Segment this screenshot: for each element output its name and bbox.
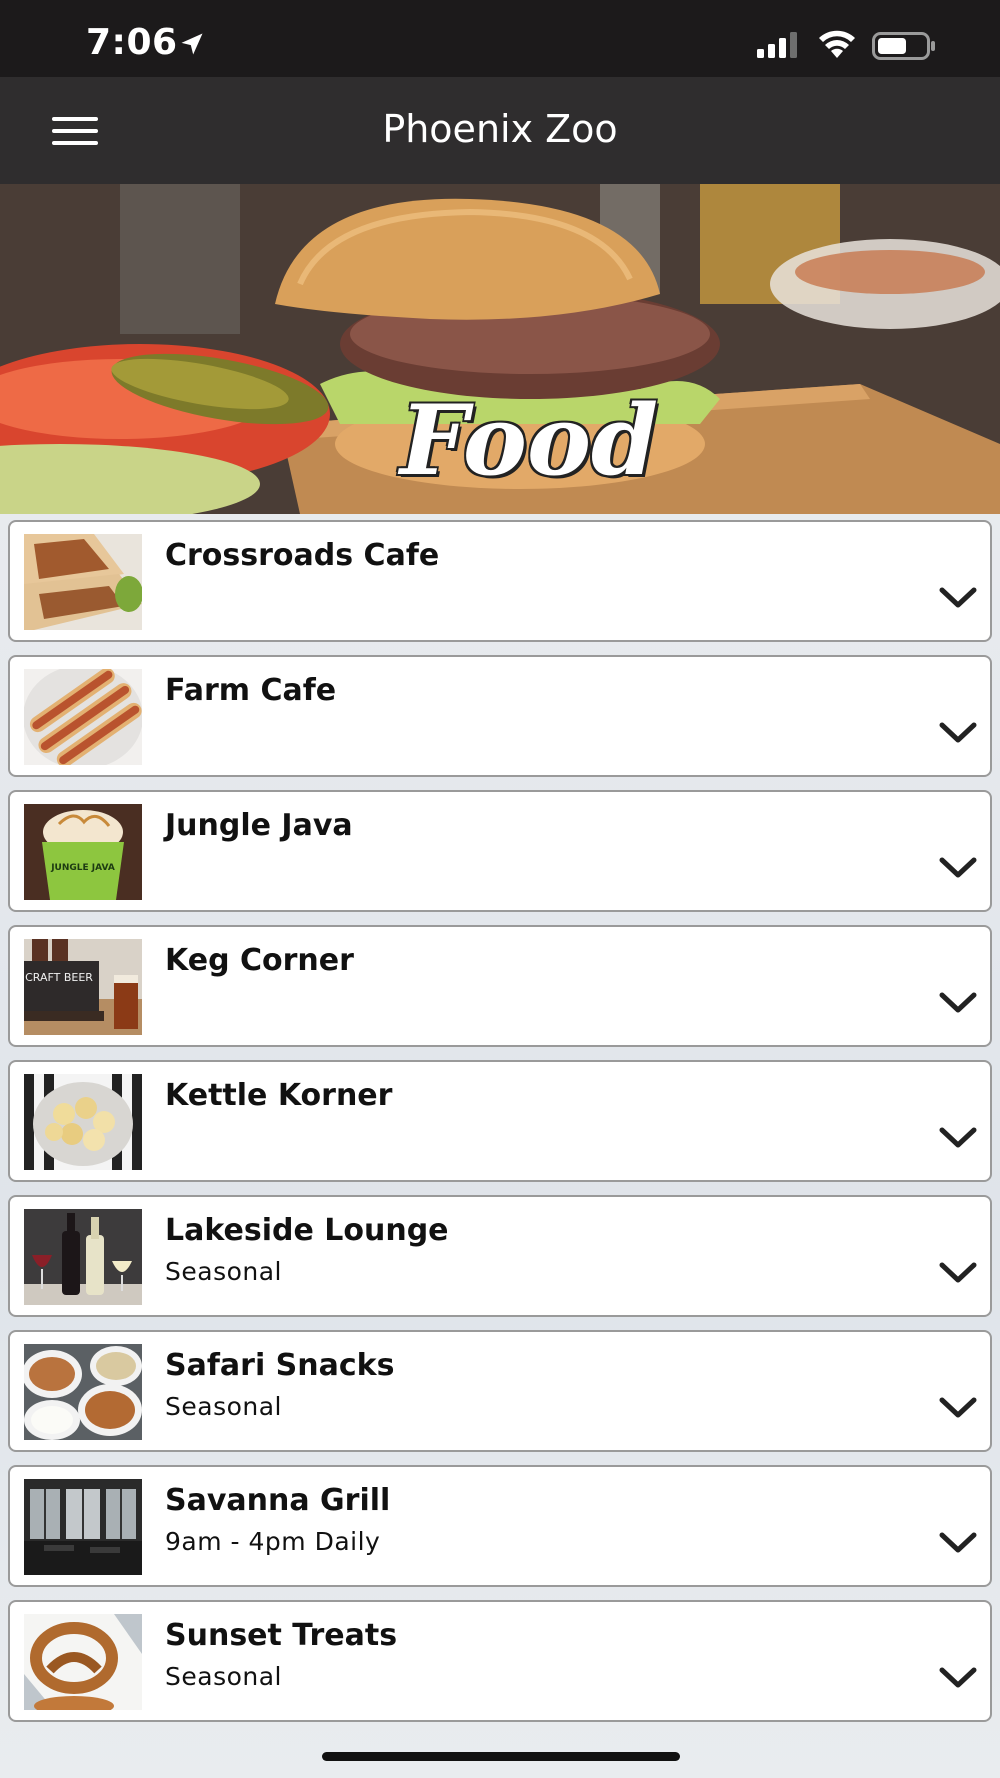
restaurant-interior-image bbox=[24, 1479, 142, 1575]
status-time: 7:06 bbox=[86, 22, 178, 63]
venue-hours: 9am - 4pm Daily bbox=[165, 1527, 381, 1556]
venue-thumbnail bbox=[24, 669, 142, 765]
chevron-down-icon[interactable] bbox=[938, 586, 978, 610]
page-title: Phoenix Zoo bbox=[382, 107, 618, 151]
chevron-down-icon[interactable] bbox=[938, 1261, 978, 1285]
location-arrow-icon bbox=[181, 33, 203, 55]
list-item[interactable]: Kettle Korner bbox=[8, 1060, 992, 1182]
craft-beer-image: CRAFT BEER bbox=[24, 939, 142, 1035]
pretzel-image bbox=[24, 1614, 142, 1710]
hero-banner: Food bbox=[0, 184, 1000, 514]
venue-name: Kettle Korner bbox=[165, 1078, 393, 1113]
venue-thumbnail: JUNGLE JAVA bbox=[24, 804, 142, 900]
venue-thumbnail bbox=[24, 1209, 142, 1305]
hero-title: Food bbox=[400, 384, 659, 497]
list-item[interactable]: Farm Cafe bbox=[8, 655, 992, 777]
hot-dogs-image bbox=[24, 669, 142, 765]
chevron-down-icon[interactable] bbox=[938, 1396, 978, 1420]
home-indicator[interactable] bbox=[322, 1752, 680, 1761]
coffee-cup-image: JUNGLE JAVA bbox=[24, 804, 142, 900]
status-bar: 7:06 bbox=[0, 0, 1000, 77]
chevron-down-icon[interactable] bbox=[938, 721, 978, 745]
venue-thumbnail bbox=[24, 1614, 142, 1710]
battery-icon bbox=[872, 32, 935, 60]
venue-name: Savanna Grill bbox=[165, 1483, 391, 1518]
chevron-down-icon[interactable] bbox=[938, 1531, 978, 1555]
venue-name: Lakeside Lounge bbox=[165, 1213, 449, 1248]
list-item[interactable]: CRAFT BEER Keg Corner bbox=[8, 925, 992, 1047]
chevron-down-icon[interactable] bbox=[938, 991, 978, 1015]
chevron-down-icon[interactable] bbox=[938, 1666, 978, 1690]
venue-thumbnail bbox=[24, 1074, 142, 1170]
venue-thumbnail bbox=[24, 1479, 142, 1575]
chevron-down-icon[interactable] bbox=[938, 856, 978, 880]
chalkboard-label: CRAFT BEER bbox=[25, 971, 93, 984]
venue-name: Keg Corner bbox=[165, 943, 354, 978]
venue-hours: Seasonal bbox=[165, 1257, 283, 1286]
venue-name: Jungle Java bbox=[165, 808, 353, 843]
venue-name: Farm Cafe bbox=[165, 673, 337, 708]
venue-name: Sunset Treats bbox=[165, 1618, 398, 1653]
list-item[interactable]: Safari Snacks Seasonal bbox=[8, 1330, 992, 1452]
venue-thumbnail bbox=[24, 1344, 142, 1440]
wine-bottles-image bbox=[24, 1209, 142, 1305]
venue-name: Safari Snacks bbox=[165, 1348, 395, 1383]
venue-name: Crossroads Cafe bbox=[165, 538, 440, 573]
snack-bowls-image bbox=[24, 1344, 142, 1440]
venue-hours: Seasonal bbox=[165, 1392, 283, 1421]
list-item[interactable]: JUNGLE JAVA Jungle Java bbox=[8, 790, 992, 912]
burrito-image bbox=[24, 534, 142, 630]
list-item[interactable]: Sunset Treats Seasonal bbox=[8, 1600, 992, 1722]
kettle-corn-image bbox=[24, 1074, 142, 1170]
cellular-signal-icon bbox=[757, 32, 797, 58]
venue-hours: Seasonal bbox=[165, 1662, 283, 1691]
chevron-down-icon[interactable] bbox=[938, 1126, 978, 1150]
venue-thumbnail bbox=[24, 534, 142, 630]
list-item[interactable]: Crossroads Cafe bbox=[8, 520, 992, 642]
list-item[interactable]: Lakeside Lounge Seasonal bbox=[8, 1195, 992, 1317]
nav-bar: Phoenix Zoo bbox=[0, 77, 1000, 184]
cup-label: JUNGLE JAVA bbox=[50, 863, 115, 873]
wifi-icon bbox=[819, 30, 855, 58]
venue-thumbnail: CRAFT BEER bbox=[24, 939, 142, 1035]
list-item[interactable]: Savanna Grill 9am - 4pm Daily bbox=[8, 1465, 992, 1587]
